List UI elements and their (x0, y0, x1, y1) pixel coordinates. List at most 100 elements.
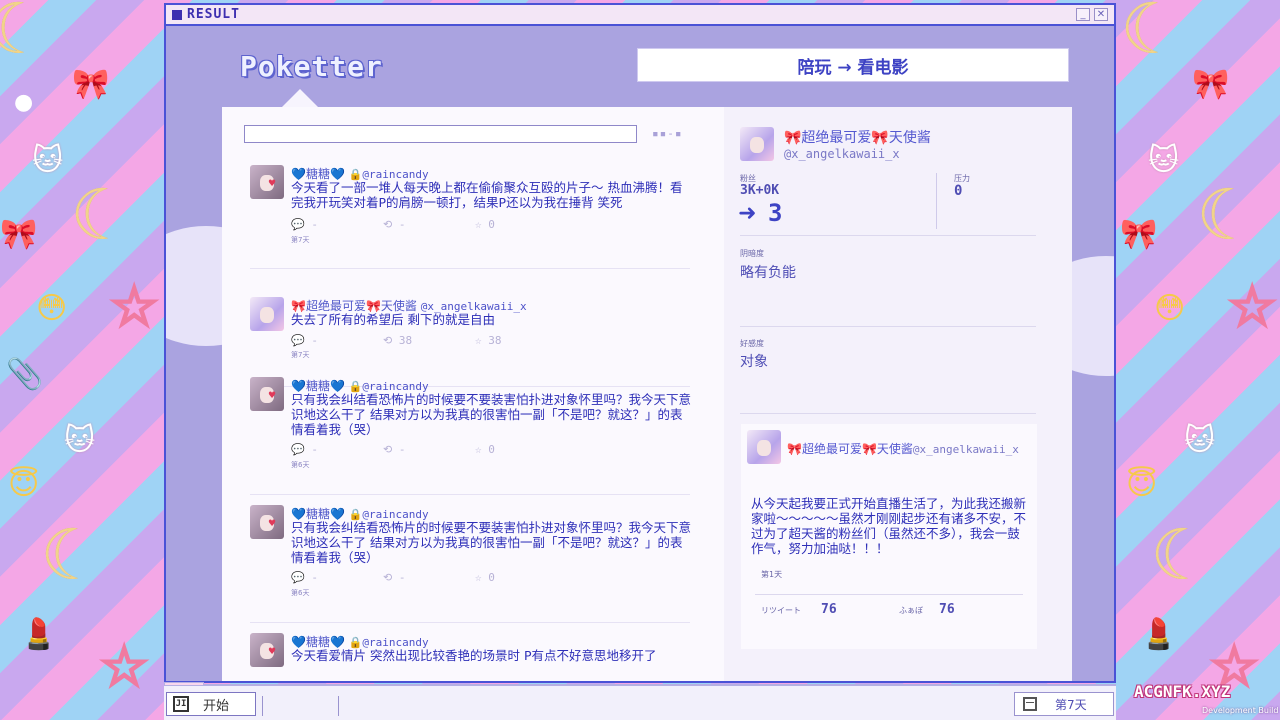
lipstick-icon: 💄 (20, 617, 58, 652)
like-count: 76 (939, 602, 955, 617)
post-text: 今天看爱情片 突然出现比较香艳的场景时 P有点不好意思地移开了 (291, 648, 657, 663)
bow-icon: 🎀 (0, 217, 38, 252)
post-text: 失去了所有的希望后 剩下的就是自由 (291, 312, 495, 327)
reply-button[interactable]: 💬 - (291, 443, 383, 456)
post-author: 💙糖糖💙 (291, 167, 345, 181)
site-watermark: ACGNFK.XYZ (1134, 682, 1231, 701)
darkness-label: 阴暗度 (740, 249, 764, 258)
star-icon: ☆ (108, 275, 159, 338)
post-author: 💙糖糖💙 (291, 635, 345, 649)
like-button[interactable]: ☆ 0 (475, 218, 495, 231)
stat-divider (936, 173, 937, 229)
post-text: 只有我会纠结看恐怖片的时候要不要装害怕扑进对象怀里吗？我今天下意识地这么干了 结… (291, 520, 692, 565)
moon-icon: ☾ (1196, 174, 1259, 256)
divider (740, 235, 1036, 236)
affection-value: 对象 (740, 354, 768, 370)
retweet-button[interactable]: ⟲ - (383, 443, 475, 456)
reply-button[interactable]: 💬 - (291, 218, 383, 231)
retweet-count: 76 (821, 602, 837, 617)
profile-panel: 🎀超绝最可爱🎀天使酱 @x_angelkawaii_x 粉丝 3K+0K ➜ 3… (724, 107, 1072, 681)
feed-post[interactable]: ♥ 💙糖糖💙 🔒@raincandy 今天看爱情片 突然出现比较香艳的场景时 P… (250, 633, 690, 681)
reply-button[interactable]: 💬 - (291, 334, 383, 347)
like-button[interactable]: ☆ 38 (475, 334, 502, 347)
feed-post[interactable]: ♥ 💙糖糖💙 🔒@raincandy 只有我会纠结看恐怖片的时候要不要装害怕扑进… (250, 377, 692, 495)
moon-icon: ☾ (0, 0, 49, 70)
minimize-button[interactable]: _ (1076, 8, 1090, 21)
moon-icon: ☾ (1150, 514, 1213, 596)
start-button[interactable]: JI 开始 (166, 692, 256, 716)
moon-icon: ☾ (70, 174, 133, 256)
retweet-button[interactable]: ⟲ - (383, 218, 475, 231)
profile-avatar (740, 127, 774, 161)
retweet-button[interactable]: ⟲ - (383, 571, 475, 584)
divider (740, 413, 1036, 414)
retweet-button[interactable]: ⟲ 38 (383, 334, 475, 347)
post-day: 第6天 (291, 589, 310, 597)
avatar: ♥ (250, 165, 284, 199)
taskbar-separator (262, 696, 263, 716)
post-author: 🎀超绝最可爱🎀天使酱 (291, 299, 417, 313)
feed-post[interactable]: ♥ 💙糖糖💙 🔒@raincandy 今天看了一部一堆人每天晚上都在偷偷聚众互殴… (250, 165, 690, 269)
post-day: 第7天 (291, 351, 310, 359)
taskbar-separator (338, 696, 339, 716)
pinned-post[interactable]: 🎀超绝最可爱🎀天使酱@x_angelkawaii_x 从今天起我要正式开始直播生… (741, 424, 1037, 649)
cat-icon: 🐱 (64, 423, 96, 458)
panel-notch (282, 89, 318, 107)
arrow-right-icon: ➜ (738, 201, 757, 226)
day-label: 第7天 (1055, 697, 1087, 712)
divider (740, 326, 1036, 327)
app-logo: Poketter (240, 50, 383, 83)
smile-icon: 😇 (1126, 467, 1158, 502)
like-button[interactable]: ☆ 0 (475, 443, 495, 456)
poketter-panel: ▪▪-▪ ♥ 💙糖糖💙 🔒@raincandy 今天看了一部一堆人每天晚上都在偷… (222, 107, 1072, 681)
feed-post[interactable]: 🎀超绝最可爱🎀天使酱 @x_angelkawaii_x 失去了所有的希望后 剩下… (250, 297, 690, 387)
like-label: ふぁぼ (899, 606, 923, 615)
post-author: 💙糖糖💙 (291, 379, 345, 393)
star-icon: ☆ (1226, 275, 1277, 338)
search-input[interactable] (244, 125, 637, 143)
smile-icon: 😇 (8, 467, 40, 502)
day-indicator[interactable]: 第7天 (1014, 692, 1114, 716)
dev-build-label: Development Build (1202, 706, 1279, 715)
divider (755, 594, 1023, 595)
window-content: Poketter 陪玩 → 看电影 ▪▪-▪ ♥ 💙糖糖💙 🔒@raincand… (166, 26, 1114, 681)
bow-icon: 🎀 (1192, 67, 1230, 102)
reply-button[interactable]: 💬 - (291, 571, 383, 584)
profile-handle: @x_angelkawaii_x (784, 147, 900, 161)
avatar: ♥ (250, 377, 284, 411)
avatar (250, 297, 284, 331)
darkness-value: 略有负能 (740, 265, 796, 281)
moon-icon: ☾ (1120, 0, 1183, 70)
like-button[interactable]: ☆ 0 (475, 571, 495, 584)
avatar (747, 430, 781, 464)
clip-icon: 📎 (6, 357, 44, 392)
post-author: 💙糖糖💙 (291, 507, 345, 521)
post-day: 第6天 (291, 461, 310, 469)
smile-icon: 😳 (36, 291, 68, 326)
lipstick-icon: 💄 (1140, 617, 1178, 652)
timeline-feed: ▪▪-▪ ♥ 💙糖糖💙 🔒@raincandy 今天看了一部一堆人每天晚上都在偷… (222, 107, 724, 681)
feed-post[interactable]: ♥ 💙糖糖💙 🔒@raincandy 只有我会纠结看恐怖片的时候要不要装害怕扑进… (250, 505, 692, 623)
cat-icon: 🐱 (32, 143, 64, 178)
bow-icon: 🎀 (72, 67, 110, 102)
start-label: 开始 (203, 698, 230, 714)
pinned-day: 第1天 (761, 570, 783, 579)
affection-label: 好感度 (740, 339, 764, 348)
post-day: 第7天 (291, 236, 310, 244)
taskbar-tab[interactable] (164, 682, 204, 686)
post-text: 只有我会纠结看恐怖片的时候要不要装害怕扑进对象怀里吗？我今天下意识地这么干了 结… (291, 392, 692, 437)
cat-icon: 🐱 (1184, 423, 1216, 458)
title-bar: RESULT _ ✕ (166, 5, 1114, 26)
moon-icon: ☾ (40, 514, 103, 596)
avatar: ♥ (250, 505, 284, 539)
cat-icon: 🐱 (1148, 143, 1180, 178)
result-window: RESULT _ ✕ Poketter 陪玩 → 看电影 ▪▪-▪ ♥ 💙糖糖💙… (164, 3, 1116, 683)
smile-icon: 😳 (1154, 291, 1186, 326)
retweet-label: リツイート (761, 606, 801, 615)
window-title: RESULT (187, 7, 240, 22)
pill-icon: ● (14, 90, 34, 115)
search-button[interactable]: ▪▪-▪ (652, 127, 683, 140)
task-banner: 陪玩 → 看电影 (637, 48, 1069, 82)
close-button[interactable]: ✕ (1094, 8, 1108, 21)
followers-delta: 3 (768, 199, 783, 227)
